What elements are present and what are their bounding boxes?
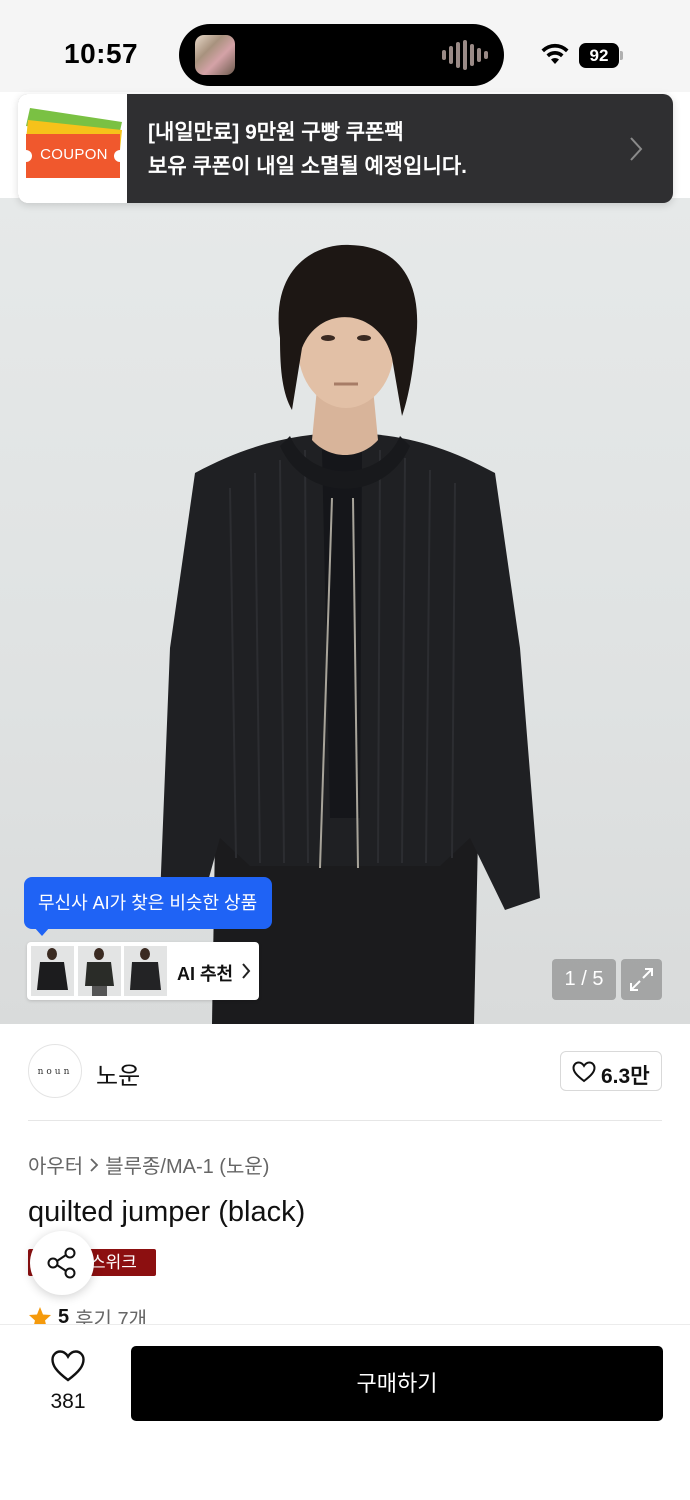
tooltip-tail: [34, 927, 50, 936]
section-divider: [28, 1120, 662, 1121]
breadcrumb-category[interactable]: 아우터: [28, 1150, 83, 1179]
chevron-right-icon: [242, 963, 251, 979]
coupon-message: [내일만료] 9만원 구빵 쿠폰팩 보유 쿠폰이 내일 소멸될 예정입니다.: [148, 116, 613, 184]
buy-button[interactable]: 구매하기: [131, 1346, 663, 1421]
breadcrumb: 아우터 블루종/MA-1 (노운): [28, 1150, 269, 1179]
chevron-right-icon: [630, 137, 643, 161]
breadcrumb-subcategory[interactable]: 블루종/MA-1 (노운): [105, 1150, 269, 1179]
status-time: 10:57: [64, 38, 139, 69]
brand-like-count: 6.3만: [601, 1065, 650, 1088]
dynamic-island[interactable]: [179, 24, 504, 86]
image-page-counter: 1 / 5: [552, 959, 616, 1000]
brand-name[interactable]: 노운: [96, 1056, 140, 1091]
brand-like-button[interactable]: 6.3만: [560, 1051, 662, 1091]
wish-count: 381: [50, 1390, 86, 1413]
recommend-thumbnail: [31, 946, 74, 996]
product-title: quilted jumper (black): [28, 1196, 306, 1228]
coupon-art-label: COUPON: [40, 146, 108, 163]
heart-outline-icon[interactable]: [50, 1349, 86, 1383]
status-bar: 10:57 92: [0, 0, 690, 92]
coupon-line-2: 보유 쿠폰이 내일 소멸될 예정입니다.: [148, 155, 467, 178]
now-playing-artwork: [195, 35, 235, 75]
recommend-thumbnail: [124, 946, 167, 996]
share-icon: [47, 1247, 76, 1279]
coupon-expiry-banner[interactable]: COUPON [내일만료] 9만원 구빵 쿠폰팩 보유 쿠폰이 내일 소멸될 예…: [18, 94, 673, 203]
heart-outline-icon: [572, 1061, 596, 1083]
battery-cap: [620, 51, 623, 60]
share-button[interactable]: [30, 1231, 94, 1295]
recommend-thumbnail: [78, 946, 121, 996]
audio-wave-icon: [442, 40, 488, 70]
expand-image-button[interactable]: [621, 959, 662, 1000]
wifi-icon: [541, 43, 569, 64]
chevron-right-icon: [90, 1157, 99, 1172]
ai-similar-products-tooltip: 무신사 AI가 찾은 비슷한 상품: [24, 877, 272, 929]
battery-level: 92: [579, 43, 619, 68]
brand-logo[interactable]: noun: [28, 1044, 82, 1098]
coupon-line-1: [내일만료] 9만원 구빵 쿠폰팩: [148, 121, 404, 144]
expand-icon: [630, 968, 653, 991]
ai-recommend-button[interactable]: AI 추천: [27, 942, 259, 1000]
battery-indicator: 92: [579, 43, 623, 68]
ai-recommend-label: AI 추천: [177, 964, 234, 984]
